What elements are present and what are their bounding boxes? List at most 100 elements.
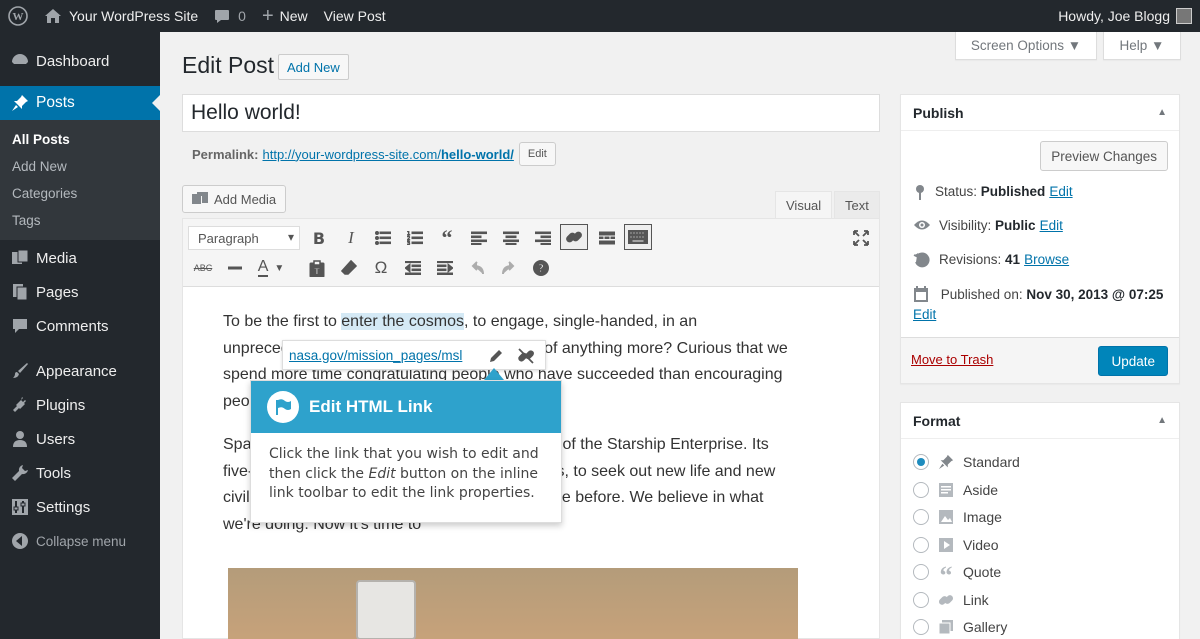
new-content-link[interactable]: + New — [254, 0, 316, 32]
menu-users[interactable]: Users — [0, 422, 160, 456]
edit-link-pencil-icon[interactable] — [487, 347, 505, 365]
format-select[interactable]: Paragraph — [188, 226, 300, 250]
avatar — [1176, 8, 1192, 24]
menu-posts[interactable]: Posts — [0, 86, 160, 120]
update-button[interactable]: Update — [1098, 346, 1168, 376]
comments-link[interactable]: 0 — [206, 0, 254, 32]
menu-pages[interactable]: Pages — [0, 275, 160, 309]
edit-status-link[interactable]: Edit — [1049, 182, 1072, 202]
tab-text[interactable]: Text — [834, 191, 880, 219]
preview-changes-button[interactable]: Preview Changes — [1040, 141, 1168, 171]
italic-button[interactable]: I — [337, 225, 365, 251]
permalink-row: Permalink: http://your-wordpress-site.co… — [192, 142, 556, 166]
menu-dashboard[interactable]: Dashboard — [0, 44, 160, 78]
edit-date-link[interactable]: Edit — [913, 307, 936, 322]
submenu-categories[interactable]: Categories — [0, 180, 160, 207]
menu-tools[interactable]: Tools — [0, 456, 160, 490]
publish-header[interactable]: Publish ▲ — [901, 95, 1179, 131]
outdent-icon[interactable] — [399, 255, 427, 281]
radio-button[interactable] — [913, 592, 929, 608]
selected-link[interactable]: enter the cosmos — [341, 313, 465, 330]
bulleted-list-icon[interactable] — [369, 225, 397, 251]
redo-icon[interactable] — [495, 255, 523, 281]
numbered-list-icon[interactable]: 123 — [401, 225, 429, 251]
format-option-gallery[interactable]: Gallery — [913, 618, 1007, 636]
collapse-triangle-icon[interactable]: ▲ — [1157, 415, 1167, 426]
insert-link-icon[interactable] — [560, 224, 588, 250]
collapse-menu-button[interactable]: Collapse menu — [0, 524, 160, 558]
radio-button[interactable] — [913, 482, 929, 498]
add-media-label: Add Media — [214, 191, 277, 207]
text-color-icon: A — [257, 258, 269, 277]
paintbrush-icon — [10, 361, 30, 381]
permalink-link[interactable]: http://your-wordpress-site.com/hello-wor… — [262, 147, 513, 162]
indent-icon[interactable] — [431, 255, 459, 281]
view-post-link[interactable]: View Post — [316, 0, 394, 32]
submenu-all-posts[interactable]: All Posts — [0, 126, 160, 153]
add-media-button[interactable]: Add Media — [182, 185, 286, 213]
read-more-icon[interactable] — [593, 225, 621, 251]
published-value: Nov 30, 2013 @ 07:25 — [1026, 287, 1164, 302]
tab-visual[interactable]: Visual — [775, 191, 833, 219]
aside-document-icon — [937, 481, 955, 499]
menu-appearance[interactable]: Appearance — [0, 354, 160, 388]
radio-button[interactable] — [913, 564, 929, 580]
history-clock-icon — [913, 252, 930, 268]
undo-icon[interactable] — [463, 255, 491, 281]
fullscreen-icon[interactable] — [847, 225, 875, 251]
help-toggle[interactable]: Help ▼ — [1103, 32, 1181, 60]
align-right-icon[interactable] — [529, 225, 557, 251]
format-header[interactable]: Format ▲ — [901, 403, 1179, 439]
move-to-trash-link[interactable]: Move to Trash — [911, 352, 993, 367]
collapse-triangle-icon[interactable]: ▲ — [1157, 107, 1167, 118]
menu-plugins[interactable]: Plugins — [0, 388, 160, 422]
pin-icon — [916, 185, 924, 200]
align-left-icon[interactable] — [465, 225, 493, 251]
revisions-value: 41 — [1005, 252, 1021, 267]
bold-button[interactable]: B — [305, 225, 333, 251]
paste-as-text-icon[interactable]: T — [303, 255, 331, 281]
submenu-add-new[interactable]: Add New — [0, 153, 160, 180]
link-url[interactable]: nasa.gov/mission_pages/msl — [289, 348, 462, 363]
format-option-image[interactable]: Image — [913, 508, 1002, 526]
submenu-tags[interactable]: Tags — [0, 207, 160, 234]
site-name-link[interactable]: Your WordPress Site — [36, 0, 206, 32]
clear-formatting-eraser-icon[interactable] — [335, 255, 363, 281]
post-title-input[interactable]: Hello world! — [182, 94, 880, 132]
add-new-button[interactable]: Add New — [278, 54, 349, 80]
revisions-row: Revisions: 41 Browse — [913, 250, 1173, 270]
format-option-video[interactable]: Video — [913, 536, 999, 554]
strikethrough-icon[interactable]: ABC — [189, 255, 217, 281]
permalink-slug: hello-world/ — [440, 146, 514, 162]
screen-options-toggle[interactable]: Screen Options ▼ — [955, 32, 1097, 60]
special-character-omega-icon[interactable]: Ω — [367, 255, 395, 281]
radio-button[interactable] — [913, 454, 929, 470]
menu-settings[interactable]: Settings — [0, 490, 160, 524]
format-option-quote[interactable]: “ Quote — [913, 563, 1001, 589]
toolbar-toggle-keyboard-icon[interactable] — [624, 224, 652, 250]
align-center-icon[interactable] — [497, 225, 525, 251]
edit-slug-button[interactable]: Edit — [518, 142, 556, 166]
my-account-link[interactable]: Howdy, Joe Blogg — [1050, 0, 1200, 32]
format-option-link[interactable]: Link — [913, 591, 989, 609]
inline-link-toolbar: nasa.gov/mission_pages/msl — [282, 340, 546, 370]
menu-media[interactable]: Media — [0, 241, 160, 275]
keyboard-shortcuts-help-icon[interactable]: ? — [527, 255, 555, 281]
radio-button[interactable] — [913, 619, 929, 635]
browse-revisions-link[interactable]: Browse — [1024, 250, 1069, 270]
horizontal-line-icon[interactable] — [221, 255, 249, 281]
wordpress-logo-icon[interactable]: W — [0, 0, 36, 32]
blockquote-icon[interactable]: “ — [433, 225, 461, 251]
comments-icon — [10, 316, 30, 336]
visibility-row: Visibility: Public Edit — [913, 216, 1173, 236]
status-value: Published — [980, 184, 1046, 199]
format-option-standard[interactable]: Standard — [913, 453, 1020, 471]
menu-comments[interactable]: Comments — [0, 309, 160, 343]
mars-rover-image[interactable] — [228, 568, 798, 639]
text-color-button[interactable]: A ▼ — [253, 255, 289, 281]
radio-button[interactable] — [913, 537, 929, 553]
edit-visibility-link[interactable]: Edit — [1040, 216, 1063, 236]
format-option-aside[interactable]: Aside — [913, 481, 998, 499]
remove-link-icon[interactable] — [517, 347, 535, 365]
radio-button[interactable] — [913, 509, 929, 525]
